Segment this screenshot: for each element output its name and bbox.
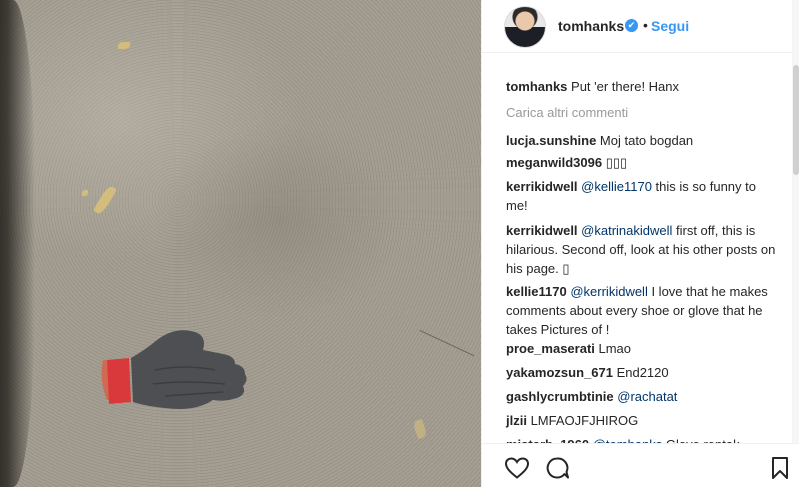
comment-item: mistarh_1960 @tomhanks Glove rentak bbox=[506, 435, 781, 443]
comment-mention-link[interactable]: @katrinakidwell bbox=[578, 223, 672, 238]
leaf bbox=[118, 42, 130, 49]
caption-text: Put 'er there! Hanx bbox=[571, 79, 680, 94]
comment-item: gashlycrumbtinie @rachatat bbox=[506, 387, 781, 406]
comment-username[interactable]: kellie1170 bbox=[506, 284, 567, 299]
comment-username[interactable]: proe_maserati bbox=[506, 341, 595, 356]
comment-text: Lmao bbox=[594, 341, 632, 356]
comment-username[interactable]: yakamozsun_671 bbox=[506, 365, 613, 380]
comments-list[interactable]: tomhanks Put 'er there! Hanx Carica altr… bbox=[482, 53, 799, 443]
bookmark-icon[interactable] bbox=[771, 456, 789, 485]
photographer-shadow bbox=[0, 0, 35, 487]
comment-bubble-icon[interactable] bbox=[545, 456, 571, 485]
comment-item: kellie1170 @kerrikidwell I love that he … bbox=[506, 282, 781, 339]
comment-item: meganwild3096 ▯▯▯ bbox=[506, 153, 781, 172]
action-bar bbox=[482, 443, 799, 488]
post-caption: tomhanks Put 'er there! Hanx bbox=[506, 77, 781, 96]
comment-text: Moj tato bogdan bbox=[596, 133, 694, 148]
scrollbar[interactable] bbox=[792, 0, 799, 443]
caption-username[interactable]: tomhanks bbox=[506, 79, 567, 94]
comment-text: End2120 bbox=[612, 365, 669, 380]
comment-item: yakamozsun_671 End2120 bbox=[506, 363, 781, 382]
comment-mention-link[interactable]: @kerrikidwell bbox=[567, 284, 648, 299]
comment-username[interactable]: gashlycrumbtinie bbox=[506, 389, 614, 404]
comment-text: ▯▯▯ bbox=[602, 155, 628, 170]
leaf bbox=[93, 184, 117, 216]
comment-item: kerrikidwell @kellie1170 this is so funn… bbox=[506, 177, 781, 215]
pavement-crack bbox=[419, 330, 475, 357]
comment-text: LMFAOJFJHIROG bbox=[526, 413, 639, 428]
heart-icon[interactable] bbox=[504, 456, 530, 485]
leaf bbox=[82, 190, 88, 196]
comment-mention-link[interactable]: @rachatat bbox=[614, 389, 677, 404]
scrollbar-thumb[interactable] bbox=[793, 65, 799, 175]
comment-username[interactable]: lucja.sunshine bbox=[506, 133, 596, 148]
post-photo[interactable] bbox=[0, 0, 481, 487]
comment-item: lucja.sunshine Moj tato bogdan bbox=[506, 131, 781, 150]
comment-username[interactable]: kerrikidwell bbox=[506, 223, 578, 238]
avatar[interactable] bbox=[504, 6, 546, 48]
separator-dot: • bbox=[643, 17, 648, 33]
comment-username[interactable]: meganwild3096 bbox=[506, 155, 602, 170]
comment-item: proe_maserati Lmao bbox=[506, 339, 781, 358]
comment-item: jlzii LMFAOJFJHIROG bbox=[506, 411, 781, 430]
comment-username[interactable]: kerrikidwell bbox=[506, 179, 578, 194]
comment-item: kerrikidwell @katrinakidwell first off, … bbox=[506, 221, 781, 278]
verified-badge-icon: ✔ bbox=[625, 19, 638, 32]
leaf bbox=[412, 418, 428, 440]
follow-button[interactable]: Segui bbox=[651, 18, 689, 34]
author-username[interactable]: tomhanks bbox=[558, 18, 624, 34]
glove-image bbox=[101, 330, 247, 409]
comment-mention-link[interactable]: @kellie1170 bbox=[578, 179, 652, 194]
load-more-comments-link[interactable]: Carica altri commenti bbox=[506, 105, 628, 120]
post-side-panel: tomhanks ✔ • Segui tomhanks Put 'er ther… bbox=[481, 0, 799, 488]
post-header: tomhanks ✔ • Segui bbox=[482, 0, 792, 53]
comment-username[interactable]: jlzii bbox=[506, 413, 527, 428]
